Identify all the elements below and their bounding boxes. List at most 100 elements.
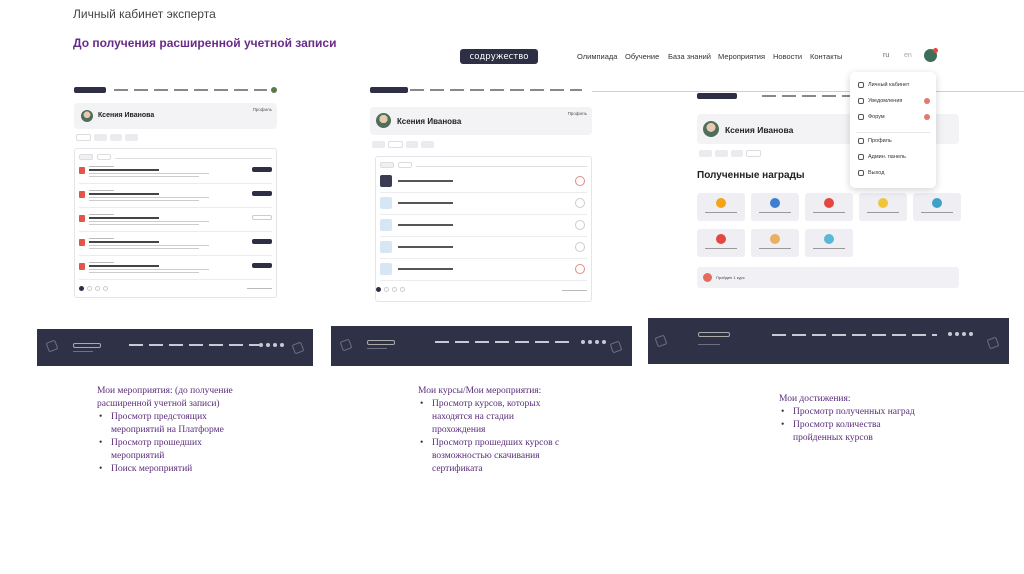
list-item: Просмотр количествапройденных курсов	[779, 419, 959, 445]
forum-badge	[924, 114, 930, 120]
user-avatar[interactable]	[924, 48, 938, 62]
profile-link[interactable]: Профиль	[253, 107, 272, 112]
events-filter-row	[79, 153, 272, 160]
filter-toggle-past[interactable]	[96, 153, 111, 160]
footer-copyright	[367, 348, 387, 349]
tab[interactable]	[699, 150, 712, 157]
list-item: Просмотр курсов, которыхнаходятся на ста…	[418, 398, 608, 437]
page-dot[interactable]	[79, 286, 84, 291]
nav-link-olympiad[interactable]: Олимпиада	[577, 52, 617, 61]
screenshot-events: Ксения Иванова Профиль	[74, 86, 277, 308]
award-label	[705, 212, 737, 213]
menu-label: Уведомления	[868, 98, 903, 104]
filter-toggle-completed[interactable]	[397, 161, 412, 168]
tab-active[interactable]	[76, 134, 91, 141]
profile-link[interactable]: Профиль	[568, 111, 587, 116]
menu-label: Профиль	[868, 138, 892, 144]
footer-copyright	[73, 351, 93, 352]
tab-active[interactable]	[746, 150, 762, 157]
description-heading: Мои мероприятия: (до получение	[97, 386, 233, 396]
award-tile[interactable]	[913, 193, 961, 221]
search-input[interactable]	[415, 162, 587, 167]
award-tile[interactable]	[805, 229, 853, 257]
lang-ru[interactable]: ru	[883, 52, 889, 59]
menu-item-notifications[interactable]: Уведомления	[858, 98, 930, 104]
footer-social-icons	[581, 340, 606, 344]
mini-logo	[74, 87, 106, 93]
profile-avatar	[376, 113, 391, 128]
mini-logo	[697, 93, 737, 99]
award-badge-icon	[824, 198, 834, 208]
tab[interactable]	[109, 134, 123, 141]
filter-toggle-in-progress[interactable]	[380, 161, 394, 168]
mini-nav-links	[410, 89, 582, 91]
menu-item-admin-panel[interactable]: Админ. панель	[858, 154, 930, 160]
description-heading: расширенной учетной записи)	[97, 399, 220, 409]
page-dot[interactable]	[376, 287, 381, 292]
passed-courses-text: Пройден 1 курс	[716, 275, 745, 280]
award-tile[interactable]	[751, 193, 799, 221]
footer-events	[37, 329, 313, 366]
award-label	[759, 212, 791, 213]
list-item[interactable]	[380, 171, 587, 193]
page-dot[interactable]	[103, 286, 108, 291]
footer-social-icons	[259, 343, 284, 347]
description-heading: Мои достижения:	[779, 394, 851, 404]
menu-item-profile[interactable]: Профиль	[858, 138, 930, 144]
list-item[interactable]	[79, 260, 272, 280]
tab[interactable]	[730, 150, 744, 157]
menu-label: Форум	[868, 114, 885, 120]
footer-logo	[73, 343, 101, 348]
tab[interactable]	[93, 134, 107, 141]
award-tile[interactable]	[697, 229, 745, 257]
tab[interactable]	[421, 141, 435, 148]
list-item[interactable]	[380, 237, 587, 259]
list-item[interactable]	[380, 215, 587, 237]
list-item[interactable]	[79, 164, 272, 184]
menu-item-forum[interactable]: Форум	[858, 114, 930, 120]
nav-link-learning[interactable]: Обучение	[625, 52, 659, 61]
events-list	[74, 148, 277, 298]
list-item[interactable]	[380, 259, 587, 281]
footer-achievements	[648, 318, 1009, 364]
profile-avatar	[81, 110, 93, 122]
award-tile[interactable]	[751, 229, 799, 257]
page-dot[interactable]	[384, 287, 389, 292]
page-dot[interactable]	[95, 286, 100, 291]
footer-links	[129, 344, 259, 346]
lang-en[interactable]: en	[904, 52, 912, 59]
tab[interactable]	[372, 141, 385, 148]
nav-link-knowledge-base[interactable]: База знаний	[668, 52, 711, 61]
tab-active[interactable]	[387, 141, 403, 148]
list-item[interactable]	[380, 193, 587, 215]
mini-logo	[370, 87, 408, 93]
award-label	[759, 248, 791, 249]
profile-name: Ксения Иванова	[98, 112, 155, 119]
site-logo[interactable]: содружество	[460, 49, 538, 64]
courses-filter-row	[380, 161, 587, 168]
list-item[interactable]	[79, 212, 272, 232]
page-dot[interactable]	[400, 287, 405, 292]
profile-avatar	[703, 121, 719, 137]
tab[interactable]	[714, 150, 728, 157]
courses-list	[375, 156, 592, 302]
award-tile[interactable]	[697, 193, 745, 221]
award-tile[interactable]	[859, 193, 907, 221]
tab[interactable]	[405, 141, 419, 148]
chat-icon	[858, 114, 864, 120]
nav-link-news[interactable]: Новости	[773, 52, 802, 61]
search-input[interactable]	[114, 154, 272, 159]
footer-decoration-icon	[986, 336, 1000, 350]
tab[interactable]	[125, 134, 139, 141]
nav-link-contacts[interactable]: Контакты	[810, 52, 842, 61]
page-dot[interactable]	[392, 287, 397, 292]
list-item[interactable]	[79, 188, 272, 208]
page-dot[interactable]	[87, 286, 92, 291]
profile-name: Ксения Иванова	[397, 117, 462, 126]
nav-link-events[interactable]: Мероприятия	[718, 52, 765, 61]
list-item[interactable]	[79, 236, 272, 256]
menu-item-logout[interactable]: Выход	[858, 170, 930, 176]
award-tile[interactable]	[805, 193, 853, 221]
filter-toggle-upcoming[interactable]	[79, 153, 93, 160]
menu-item-personal-cabinet[interactable]: Личный кабинет	[858, 82, 930, 88]
